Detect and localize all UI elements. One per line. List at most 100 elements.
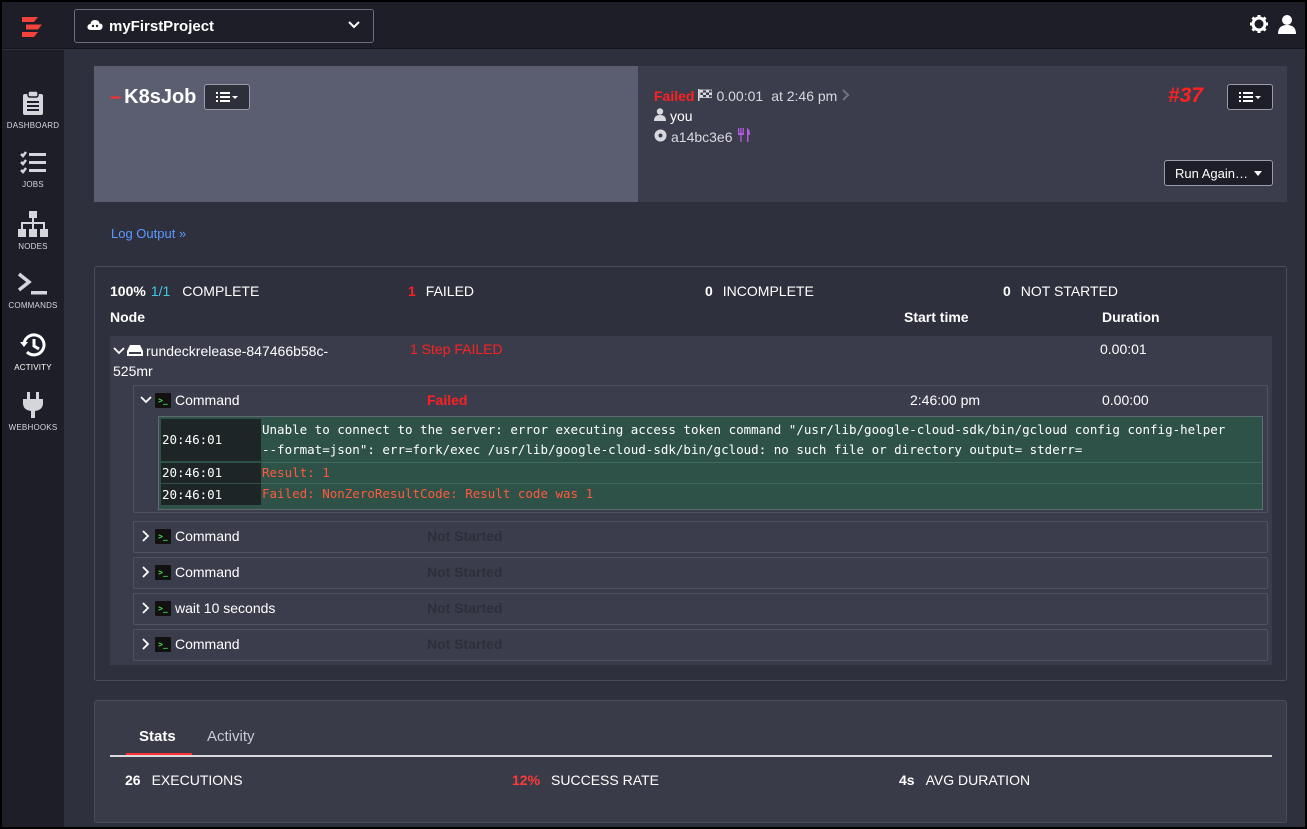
- log-message-line: --format=json": err=fork/exec /usr/lib/g…: [262, 442, 1083, 457]
- app-window: myFirstProject DASHBOARD JOBS NODES COMM…: [2, 2, 1305, 827]
- commit-hash: a14bc3e6: [671, 128, 733, 145]
- stats-panel: Stats Activity 26 EXECUTIONS 12% SUCCESS…: [94, 700, 1287, 823]
- job-actions-button[interactable]: [204, 84, 251, 110]
- caret-down-icon: [1254, 170, 1262, 176]
- sidebar-item-jobs[interactable]: JOBS: [2, 151, 64, 189]
- gear-icon[interactable]: [1249, 14, 1269, 34]
- execution-status: Failed: [654, 88, 695, 104]
- step-header[interactable]: >_ Command Failed 2:46:00 pm 0.00:00: [134, 386, 1267, 416]
- node-row: rundeckrelease-847466b58c-525mr 1 Step F…: [110, 336, 1272, 665]
- rundeck-logo-icon[interactable]: [20, 16, 44, 38]
- flag-checkered-icon: [698, 88, 713, 104]
- sidebar-item-commands[interactable]: COMMANDS: [2, 272, 64, 310]
- header-start-time: Start time: [904, 309, 969, 325]
- run-again-label: Run Again…: [1175, 165, 1248, 181]
- main-content: – K8sJob Failed 0.00:01 at 2:46 pm you a…: [64, 50, 1305, 827]
- tab-activity[interactable]: Activity: [207, 728, 255, 745]
- chevron-down-icon: [113, 347, 125, 355]
- stat-avg-duration: 4s AVG DURATION: [899, 772, 1030, 788]
- chevron-right-icon: [142, 530, 150, 542]
- tab-stats[interactable]: Stats: [139, 728, 176, 745]
- terminal-icon: >_: [155, 637, 171, 652]
- list-icon: [1239, 92, 1261, 102]
- job-name[interactable]: K8sJob: [124, 86, 196, 109]
- node-header[interactable]: rundeckrelease-847466b58c-525mr: [113, 341, 363, 381]
- node-duration: 0.00:01: [1100, 341, 1147, 357]
- header-node: Node: [110, 309, 145, 325]
- step-title: Command: [175, 564, 240, 580]
- execution-number[interactable]: #37: [1168, 84, 1203, 108]
- step-duration: 0.00:00: [1102, 392, 1149, 408]
- step-5[interactable]: >_ Command Not Started: [133, 629, 1268, 661]
- utensils-icon: [737, 128, 751, 145]
- chevron-right-icon[interactable]: [841, 88, 851, 104]
- step-4[interactable]: >_ wait 10 seconds Not Started: [133, 593, 1268, 625]
- nodes-panel: 100% 1/1 COMPLETE 1 FAILED 0 INCOMPLETE …: [94, 266, 1287, 681]
- sidebar: DASHBOARD JOBS NODES COMMANDS ACTIVITY W…: [2, 50, 64, 827]
- header-duration: Duration: [1102, 309, 1160, 325]
- failed-count: 1: [408, 283, 416, 299]
- log-message: Result: 1: [262, 465, 330, 480]
- hdd-icon: [127, 345, 143, 356]
- execution-header: – K8sJob Failed 0.00:01 at 2:46 pm you a…: [94, 66, 1287, 202]
- list-check-icon: [20, 151, 46, 174]
- step-status: Not Started: [427, 636, 503, 652]
- step-status: Failed: [427, 392, 468, 408]
- step-header[interactable]: >_ wait 10 seconds Not Started: [134, 594, 1267, 624]
- history-icon: [20, 333, 46, 357]
- step-status: Not Started: [427, 600, 503, 616]
- step-header[interactable]: >_ Command Not Started: [134, 558, 1267, 588]
- success-label: SUCCESS RATE: [551, 772, 659, 788]
- chevron-right-icon: [142, 566, 150, 578]
- sidebar-item-activity[interactable]: ACTIVITY: [2, 332, 64, 372]
- step-1: >_ Command Failed 2:46:00 pm 0.00:00 20:…: [133, 385, 1268, 513]
- summary-failed: 1 FAILED: [408, 283, 474, 299]
- sidebar-item-webhooks[interactable]: WEBHOOKS: [2, 392, 64, 432]
- chevron-right-icon: [142, 638, 150, 650]
- executions-value: 26: [125, 772, 141, 788]
- step-title: Command: [175, 528, 240, 544]
- step-status: Not Started: [427, 528, 503, 544]
- step-3[interactable]: >_ Command Not Started: [133, 557, 1268, 589]
- node-name: rundeckrelease-847466b58c-525mr: [113, 343, 329, 379]
- user-line: you: [654, 108, 693, 124]
- log-timestamp: 20:46:01: [161, 419, 261, 461]
- log-timestamp: 20:46:01: [161, 484, 261, 505]
- job-status-dash: –: [110, 85, 122, 108]
- log-message: Unable to connect to the server: error e…: [262, 420, 1257, 460]
- sidebar-item-label: DASHBOARD: [6, 121, 60, 130]
- not-started-count: 0: [1003, 283, 1011, 299]
- execution-info: Failed 0.00:01 at 2:46 pm you a14bc3e6 #…: [638, 66, 1287, 202]
- summary-incomplete: 0 INCOMPLETE: [705, 283, 814, 299]
- status-line: Failed 0.00:01 at 2:46 pm: [654, 88, 851, 104]
- stat-executions: 26 EXECUTIONS: [125, 772, 243, 788]
- sidebar-item-dashboard[interactable]: DASHBOARD: [2, 90, 64, 130]
- executions-label: EXECUTIONS: [151, 772, 243, 788]
- step-2[interactable]: >_ Command Not Started: [133, 521, 1268, 553]
- execution-duration: 0.00:01: [716, 88, 764, 104]
- step-header[interactable]: >_ Command Not Started: [134, 630, 1267, 660]
- chevron-down-icon: [348, 21, 360, 29]
- project-name: myFirstProject: [109, 17, 215, 35]
- stat-success-rate: 12% SUCCESS RATE: [512, 772, 659, 788]
- success-value: 12%: [512, 772, 541, 788]
- log-message: Failed: NonZeroResultCode: Result code w…: [262, 486, 594, 501]
- complete-label: COMPLETE: [182, 283, 260, 299]
- terminal-icon: >_: [155, 529, 171, 544]
- plug-icon: [23, 392, 43, 418]
- terminal-icon: [17, 272, 47, 295]
- complete-pct: 100%: [110, 283, 146, 299]
- failed-label: FAILED: [425, 283, 475, 299]
- execution-actions-button[interactable]: [1227, 84, 1273, 110]
- commit-line: a14bc3e6: [654, 128, 751, 145]
- step-header[interactable]: >_ Command Not Started: [134, 522, 1267, 552]
- project-selector[interactable]: myFirstProject: [74, 9, 374, 43]
- node-status: 1 Step FAILED: [410, 341, 503, 357]
- incomplete-label: INCOMPLETE: [722, 283, 814, 299]
- sidebar-item-nodes[interactable]: NODES: [2, 211, 64, 251]
- log-message-line: Unable to connect to the server: error e…: [262, 422, 1226, 437]
- list-icon: [216, 92, 239, 102]
- run-again-button[interactable]: Run Again…: [1164, 160, 1273, 186]
- user-icon[interactable]: [1277, 14, 1297, 34]
- log-output-link[interactable]: Log Output »: [111, 226, 186, 241]
